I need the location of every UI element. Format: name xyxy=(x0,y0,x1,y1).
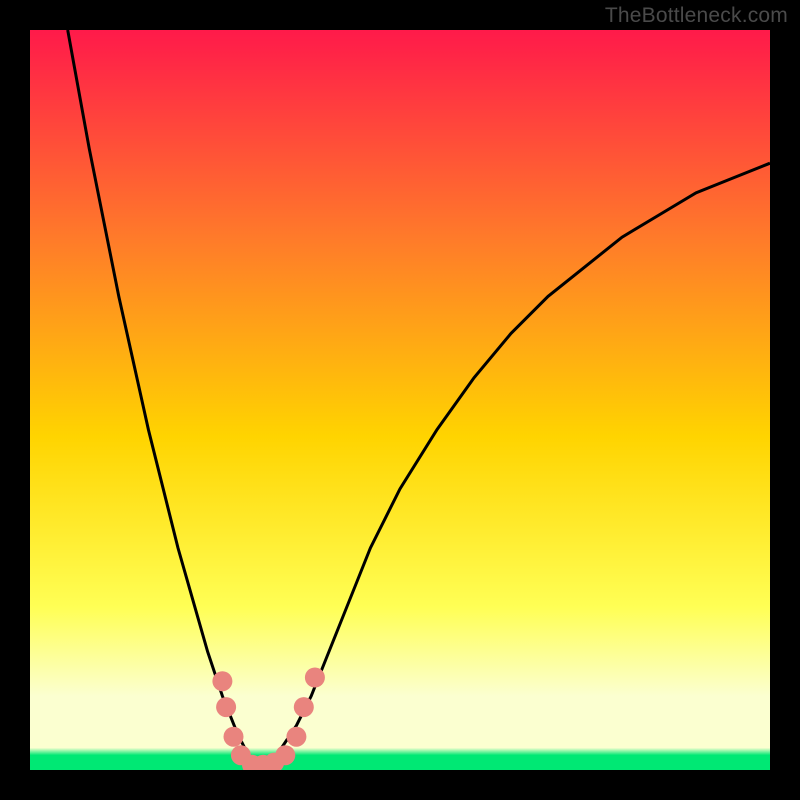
curve-layer xyxy=(30,30,770,770)
data-marker xyxy=(305,668,325,688)
chart-frame: TheBottleneck.com xyxy=(0,0,800,800)
data-marker xyxy=(216,697,236,717)
watermark-text: TheBottleneck.com xyxy=(605,4,788,28)
data-marker xyxy=(224,727,244,747)
data-marker xyxy=(212,671,232,691)
bottleneck-curve xyxy=(68,30,770,770)
data-markers xyxy=(212,668,325,771)
plot-area xyxy=(30,30,770,770)
data-marker xyxy=(294,697,314,717)
data-marker xyxy=(286,727,306,747)
data-marker xyxy=(275,745,295,765)
